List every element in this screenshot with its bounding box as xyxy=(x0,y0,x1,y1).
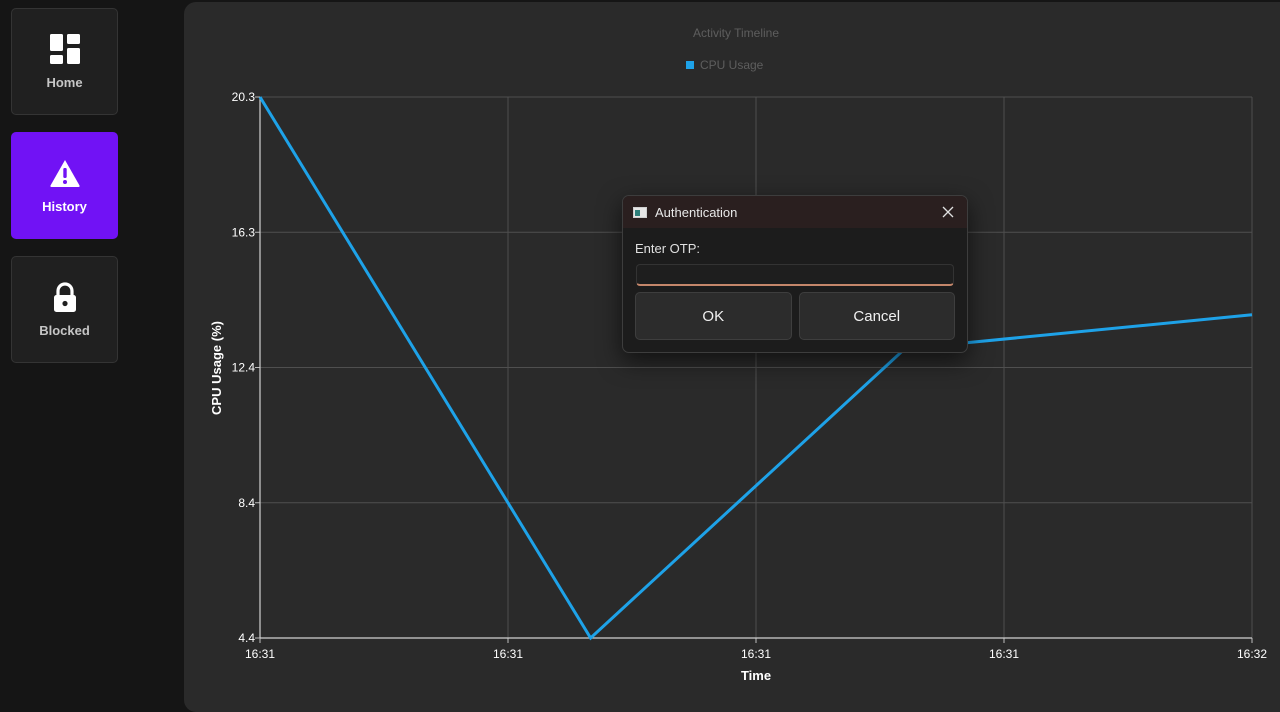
ok-button[interactable]: OK xyxy=(635,292,792,340)
dialog-title: Authentication xyxy=(655,204,738,220)
y-axis-label: CPU Usage (%) xyxy=(209,321,224,415)
otp-label: Enter OTP: xyxy=(635,241,701,256)
window-icon xyxy=(633,206,647,218)
authentication-dialog: Authentication Enter OTP: OK Cancel xyxy=(622,195,968,353)
close-icon[interactable] xyxy=(935,200,961,224)
otp-input[interactable] xyxy=(636,264,954,286)
x-tick-label: 16:31 xyxy=(741,647,771,661)
x-tick-label: 16:32 xyxy=(1237,647,1267,661)
y-tick-label: 16.3 xyxy=(232,225,256,239)
y-tick-label: 4.4 xyxy=(238,631,255,645)
chart-title: Activity Timeline xyxy=(693,26,779,40)
x-tick-label: 16:31 xyxy=(245,647,275,661)
y-tick-label: 8.4 xyxy=(238,496,255,510)
x-tick-label: 16:31 xyxy=(989,647,1019,661)
x-tick-label: 16:31 xyxy=(493,647,523,661)
legend-label: CPU Usage xyxy=(700,58,764,72)
x-axis-label: Time xyxy=(741,668,771,683)
axes: 16:31 16:31 16:31 16:31 16:32 4.4 8.4 12.4 16.3 2… xyxy=(232,90,1268,661)
cancel-button[interactable]: Cancel xyxy=(798,292,955,340)
y-tick-label: 20.3 xyxy=(232,90,256,104)
y-tick-label: 12.4 xyxy=(232,361,256,375)
legend-swatch xyxy=(686,61,694,69)
grid xyxy=(259,96,1253,639)
dialog-titlebar[interactable]: Authentication xyxy=(623,196,967,228)
